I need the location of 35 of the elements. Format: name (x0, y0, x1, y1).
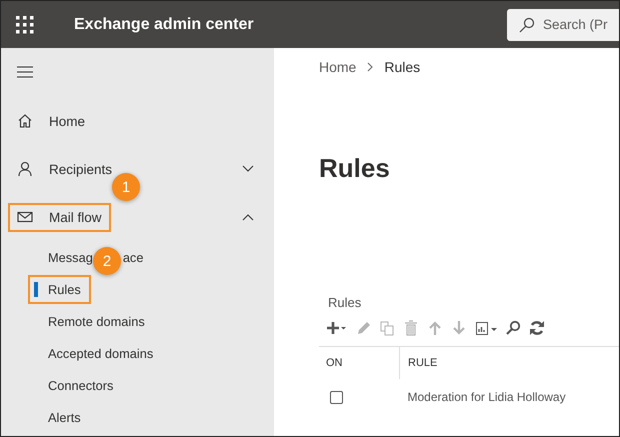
refresh-icon[interactable] (529, 320, 545, 336)
nav-subitem[interactable]: Remote domains (48, 314, 145, 328)
checkbox[interactable] (330, 390, 343, 404)
nav-subitem[interactable]: Connectors (48, 378, 114, 392)
app-launcher-icon[interactable] (16, 16, 34, 34)
table-cell: Moderation for Lidia Holloway (400, 379, 619, 415)
app-title: Exchange admin center (74, 16, 254, 34)
add-icon[interactable] (326, 320, 347, 336)
breadcrumb-item[interactable]: Home (319, 59, 356, 75)
nav-subitem[interactable]: Alerts (48, 410, 81, 424)
section-label: Rules (328, 295, 362, 310)
search-field[interactable]: Search (Pr (507, 8, 619, 40)
nav-subitem[interactable]: Accepted domains (48, 346, 154, 360)
nav-item[interactable]: Mail flow (17, 209, 102, 225)
nav-item[interactable]: Recipients (17, 161, 112, 177)
mail-icon (17, 209, 33, 225)
column-header[interactable]: ON (319, 346, 400, 379)
home-icon (17, 113, 33, 129)
menu-icon[interactable] (17, 66, 33, 78)
chevron-icon[interactable] (242, 165, 254, 173)
page-title: Rules (319, 153, 391, 184)
nav-subitem[interactable]: ace (122, 250, 144, 264)
search-icon[interactable] (505, 320, 521, 336)
step-badge: 1 (112, 173, 140, 201)
nav-item[interactable]: Home (17, 113, 86, 129)
search-icon (519, 16, 535, 32)
chevron-icon (366, 62, 374, 72)
chevron-icon[interactable] (242, 213, 254, 221)
step-badge: 2 (93, 247, 121, 275)
nav-subitem[interactable]: Rules (48, 282, 81, 296)
breadcrumb-item: Rules (384, 59, 420, 75)
nav-subitem[interactable]: Messag (48, 250, 93, 264)
person-icon (17, 161, 33, 177)
column-header[interactable]: RULE (400, 346, 619, 379)
report-icon[interactable] (475, 320, 497, 336)
